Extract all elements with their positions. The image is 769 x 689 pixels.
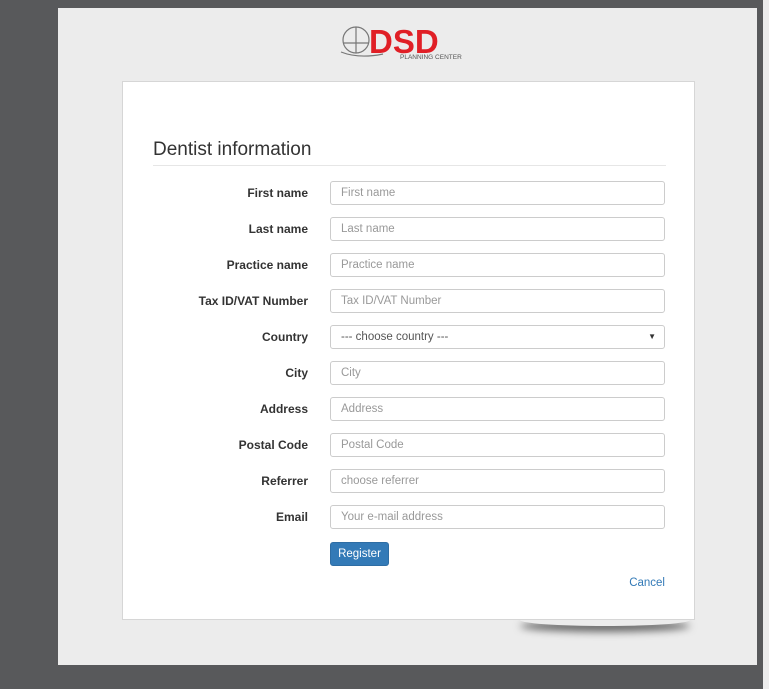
postal-code-label: Postal Code [238,438,308,452]
last-name-label: Last name [248,222,308,236]
practice-name-input[interactable]: Practice name [330,253,665,277]
logo-subtitle: PLANNING CENTER [400,54,462,61]
dsd-logo: DSD PLANNING CENTER [340,23,462,61]
referrer-input[interactable]: choose referrer [330,469,665,493]
referrer-label: Referrer [261,474,308,488]
register-button[interactable]: Register [330,542,389,566]
country-select[interactable]: --- choose country --- ▼ [330,325,665,349]
email-input[interactable]: Your e-mail address [330,505,665,529]
country-label: Country [262,330,308,344]
heading-divider [153,165,666,166]
form-heading: Dentist information [153,139,312,160]
practice-name-label: Practice name [226,258,308,272]
address-input[interactable]: Address [330,397,665,421]
postal-code-input[interactable]: Postal Code [330,433,665,457]
email-label: Email [275,510,308,524]
dropdown-caret-icon: ▼ [648,332,656,341]
tax-id-input[interactable]: Tax ID/VAT Number [330,289,665,313]
registration-card: Dentist information First name First nam… [122,81,695,620]
tax-id-label: Tax ID/VAT Number [198,294,308,308]
window-edge [763,0,769,689]
address-label: Address [259,402,308,416]
first-name-input[interactable]: First name [330,181,665,205]
first-name-label: First name [247,186,308,200]
last-name-input[interactable]: Last name [330,217,665,241]
cancel-link[interactable]: Cancel [629,577,665,589]
city-label: City [285,366,308,380]
city-input[interactable]: City [330,361,665,385]
